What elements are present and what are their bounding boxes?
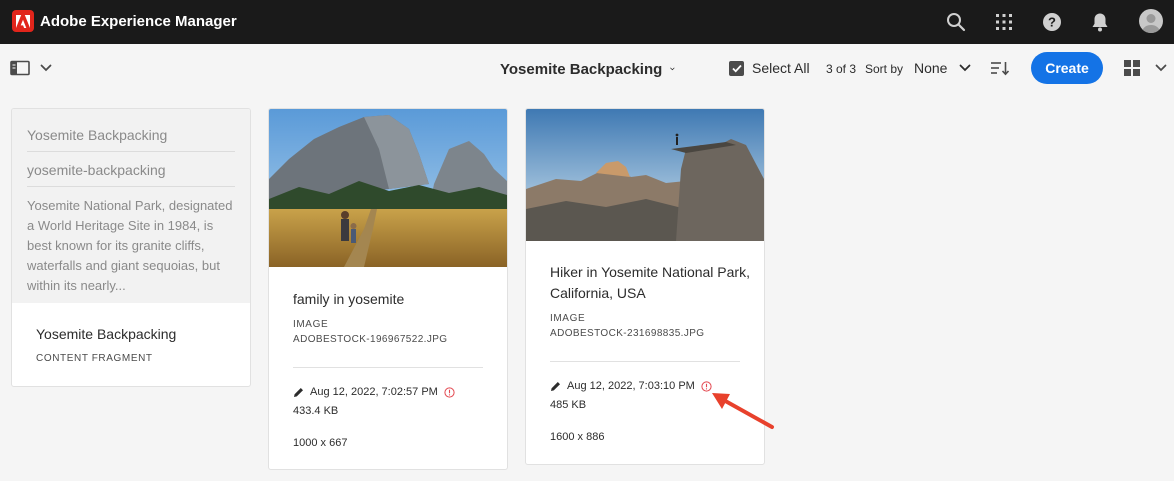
modified-row: Aug 12, 2022, 7:03:10 PM [550,380,712,392]
side-panel-icon [10,60,30,76]
card-type: IMAGE [293,319,329,330]
chevron-down-icon [960,64,971,72]
file-size: 433.4 KB [293,405,339,417]
solutions-grid-icon[interactable] [992,10,1016,34]
checkbox-checked-icon [729,60,744,76]
sort-by-select[interactable]: None [914,58,971,78]
fragment-preview-name: yosemite-backpacking [27,152,235,187]
pencil-icon [551,381,560,391]
adobe-logo-icon[interactable] [12,10,34,32]
view-switcher[interactable] [1123,58,1167,78]
card-type: CONTENT FRAGMENT [36,353,153,364]
bell-icon[interactable] [1088,10,1112,34]
chevron-down-icon [670,67,675,71]
folder-title-dropdown[interactable]: Yosemite Backpacking [500,56,675,82]
card-filename: ADOBESTOCK-231698835.JPG [550,328,705,339]
card-title: Yosemite Backpacking [36,326,177,342]
dimensions: 1000 x 667 [293,437,348,449]
rail-toggle-button[interactable] [10,58,58,78]
fragment-preview: Yosemite Backpacking yosemite-backpackin… [12,109,250,303]
fragment-preview-description: Yosemite National Park, designated a Wor… [27,198,233,293]
dimensions: 1600 x 886 [550,431,605,443]
card-title: family in yosemite [293,291,405,307]
help-icon[interactable]: ? [1040,10,1064,34]
card-filename: ADOBESTOCK-196967522.JPG [293,334,448,345]
chevron-down-icon [40,64,52,72]
annotation-arrow-icon [712,393,774,429]
card-title: Hiker in Yosemite National Park, Califor… [550,264,750,301]
fragment-preview-title: Yosemite Backpacking [27,123,235,152]
select-all-button[interactable]: Select All [729,59,810,77]
chevron-down-icon [1155,64,1167,72]
pencil-icon [294,387,303,397]
user-avatar[interactable] [1139,9,1163,33]
select-all-label: Select All [752,60,810,76]
modified-date: Aug 12, 2022, 7:03:10 PM [567,380,695,392]
create-button[interactable]: Create [1031,52,1103,84]
asset-card-family[interactable]: family in yosemite IMAGE ADOBESTOCK-1969… [268,108,508,470]
card-divider [293,367,483,368]
card-divider [550,361,740,362]
asset-thumbnail[interactable] [269,109,507,267]
card-view-icon [1124,60,1140,76]
sort-value: None [914,60,948,76]
modified-row: Aug 12, 2022, 7:02:57 PM [293,386,455,398]
sort-label: Sort by [865,62,904,76]
sort-direction-icon[interactable] [990,59,1010,77]
search-icon[interactable] [944,10,968,34]
folder-title: Yosemite Backpacking [500,60,663,78]
app-title[interactable]: Adobe Experience Manager [40,13,237,30]
card-type: IMAGE [550,313,586,324]
asset-thumbnail[interactable] [526,109,764,241]
file-size: 485 KB [550,399,587,411]
action-bar: Yosemite Backpacking Select All 3 of 3 S… [0,44,1174,92]
content-fragment-card[interactable]: Yosemite Backpacking yosemite-backpackin… [11,108,251,387]
item-count: 3 of 3 [826,62,857,76]
modified-date: Aug 12, 2022, 7:02:57 PM [310,386,438,398]
alert-icon[interactable] [444,386,455,398]
svg-text:?: ? [1048,15,1056,30]
shell-header: Adobe Experience Manager ? [0,0,1174,44]
